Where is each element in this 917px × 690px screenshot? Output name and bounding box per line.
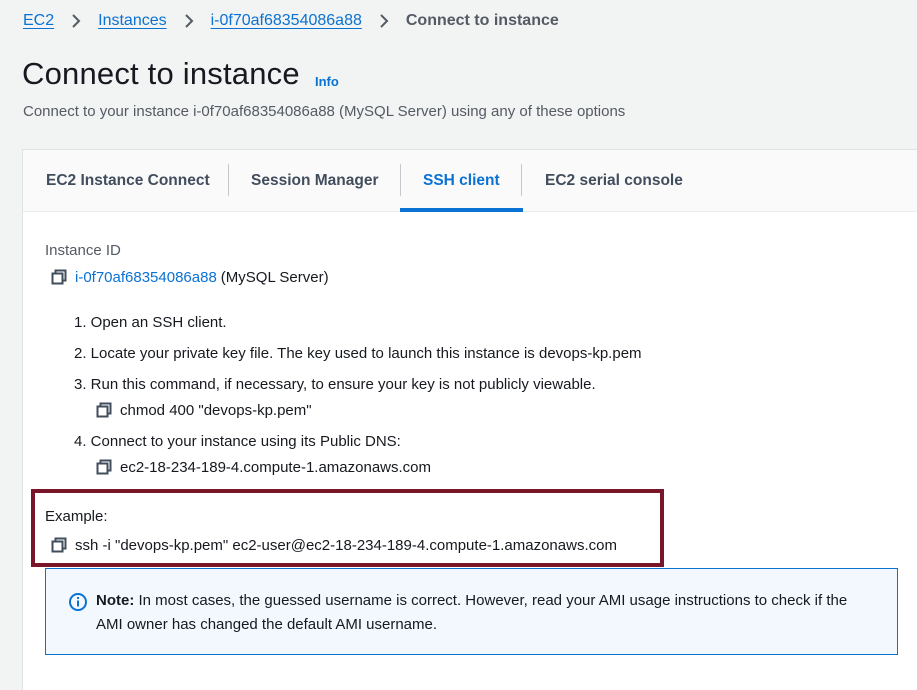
breadcrumb: EC2 Instances i-0f70af68354086a88 Connec…: [23, 10, 559, 32]
public-dns-row: ec2-18-234-189-4.compute-1.amazonaws.com: [95, 458, 431, 476]
tab-ec2-instance-connect[interactable]: EC2 Instance Connect: [23, 150, 233, 211]
tab-ssh-client[interactable]: SSH client: [400, 150, 523, 212]
example-label: Example:: [45, 508, 108, 525]
tab-bar: EC2 Instance Connect Session Manager SSH…: [23, 150, 917, 212]
chevron-right-icon: [66, 11, 86, 31]
breadcrumb-instance-id[interactable]: i-0f70af68354086a88: [211, 12, 362, 30]
step-4: 4. Connect to your instance using its Pu…: [74, 433, 401, 450]
instance-id-link[interactable]: i-0f70af68354086a88: [75, 269, 217, 286]
chmod-command: chmod 400 "devops-kp.pem": [120, 401, 312, 419]
info-circle-icon: [68, 592, 88, 612]
chmod-command-row: chmod 400 "devops-kp.pem": [95, 401, 312, 419]
instance-id-label: Instance ID: [45, 242, 121, 259]
tab-session-manager[interactable]: Session Manager: [228, 150, 402, 211]
breadcrumb-ec2[interactable]: EC2: [23, 12, 54, 30]
example-command: ssh -i "devops-kp.pem" ec2-user@ec2-18-2…: [75, 536, 617, 554]
chevron-right-icon: [179, 11, 199, 31]
step-2: 2. Locate your private key file. The key…: [74, 345, 642, 362]
chevron-right-icon: [374, 11, 394, 31]
copy-icon[interactable]: [95, 458, 113, 476]
copy-icon[interactable]: [50, 536, 68, 554]
example-command-row: ssh -i "devops-kp.pem" ec2-user@ec2-18-2…: [50, 536, 617, 554]
step-3: 3. Run this command, if necessary, to en…: [74, 376, 596, 393]
copy-icon[interactable]: [95, 401, 113, 419]
info-link[interactable]: Info: [315, 74, 339, 89]
step-1: 1. Open an SSH client.: [74, 314, 227, 331]
page-title: Connect to instance: [22, 56, 300, 91]
instance-name: (MySQL Server): [220, 268, 329, 286]
note-bold: Note:: [96, 592, 135, 609]
breadcrumb-instances[interactable]: Instances: [98, 12, 166, 30]
page-description: Connect to your instance i-0f70af6835408…: [23, 103, 626, 120]
instance-id-row: i-0f70af68354086a88 (MySQL Server): [50, 268, 329, 286]
copy-icon[interactable]: [50, 268, 68, 286]
breadcrumb-current: Connect to instance: [405, 12, 559, 29]
note-body: In most cases, the guessed username is c…: [96, 592, 848, 633]
tab-ec2-serial-console[interactable]: EC2 serial console: [522, 150, 706, 211]
note-alert: Note: In most cases, the guessed usernam…: [45, 568, 898, 655]
public-dns: ec2-18-234-189-4.compute-1.amazonaws.com: [120, 458, 431, 476]
note-text: Note: In most cases, the guessed usernam…: [96, 589, 876, 637]
